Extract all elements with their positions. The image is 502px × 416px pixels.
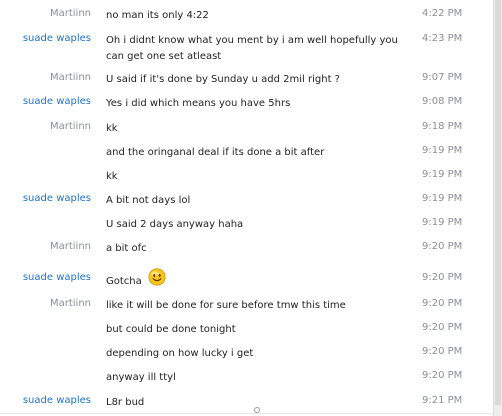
vertical-scrollbar[interactable] [493,0,502,416]
message-text: Yes i did which means you have 5hrs [106,96,406,112]
message-body: a bit ofc [106,243,147,254]
message-sender: Martiinn [49,298,91,309]
message-timestamp: 9:20 PM [422,370,463,381]
message-body: A bit not days lol [106,195,191,206]
message-sender: suade waples [22,33,91,44]
message-sender: Martiinn [49,72,91,83]
message-body: kk [106,171,118,182]
message-body: L8r bud [106,397,145,408]
message-body: kk [106,123,118,134]
message-timestamp: 9:07 PM [422,72,463,83]
message-text: like it will be done for sure before tmw… [106,298,406,314]
message-timestamp: 9:20 PM [422,322,463,333]
message-body: anyway ill ttyl [106,372,176,383]
message-timestamp: 9:20 PM [422,298,463,309]
smiley-face-icon [148,268,166,286]
message-sender: suade waples [22,272,91,283]
message-timestamp: 9:21 PM [422,395,463,406]
chat-history[interactable]: Martiinn no man its only 4:22 4:22 PM suade… [0,0,494,416]
message-body: like it will be done for sure before tmw… [106,300,346,311]
message-timestamp: 9:20 PM [422,241,463,252]
message-sender: Martiinn [49,241,91,252]
message-timestamp: 9:19 PM [422,193,463,204]
resize-handle-icon[interactable] [254,407,260,413]
message-text: A bit not days lol [106,193,406,209]
message-sender: suade waples [22,193,91,204]
divider [0,413,494,414]
message-timestamp: 9:20 PM [422,346,463,357]
message-text: U said if it's done by Sunday u add 2mil… [106,72,406,88]
message-sender: suade waples [22,395,91,406]
message-text: depending on how lucky i get [106,346,406,362]
message-timestamp: 9:19 PM [422,169,463,180]
message-body: and the oringanal deal if its done a bit… [106,147,325,158]
message-text: kk [106,121,406,137]
scrollbar-thumb[interactable] [495,0,501,405]
message-timestamp: 9:20 PM [422,272,463,283]
message-timestamp: 4:23 PM [422,33,463,44]
message-sender: Martiinn [49,121,91,132]
message-timestamp: 9:18 PM [422,121,463,132]
message-text: and the oringanal deal if its done a bit… [106,145,406,161]
message-text: U said 2 days anyway haha [106,217,406,233]
message-timestamp: 9:19 PM [422,145,463,156]
message-body: Gotcha [106,276,142,287]
message-body: depending on how lucky i get [106,348,254,359]
message-body: no man its only 4:22 [106,10,209,21]
message-sender: Martiinn [49,8,91,19]
message-text: Oh i didnt know what you ment by i am we… [106,33,406,65]
message-text: kk [106,169,406,185]
message-text: a bit ofc [106,241,406,257]
message-sender: suade waples [22,96,91,107]
message-text: no man its only 4:22 [106,8,406,24]
message-text: Gotcha [106,268,406,290]
message-timestamp: 4:22 PM [422,8,463,19]
message-body: Yes i did which means you have 5hrs [106,98,291,109]
message-timestamp: 9:19 PM [422,217,463,228]
message-body: U said 2 days anyway haha [106,219,244,230]
message-body: but could be done tonight [106,324,236,335]
message-body: Oh i didnt know what you ment by i am we… [106,35,398,62]
message-timestamp: 9:08 PM [422,96,463,107]
message-text: anyway ill ttyl [106,370,406,386]
message-body: U said if it's done by Sunday u add 2mil… [106,74,340,85]
message-text: but could be done tonight [106,322,406,338]
